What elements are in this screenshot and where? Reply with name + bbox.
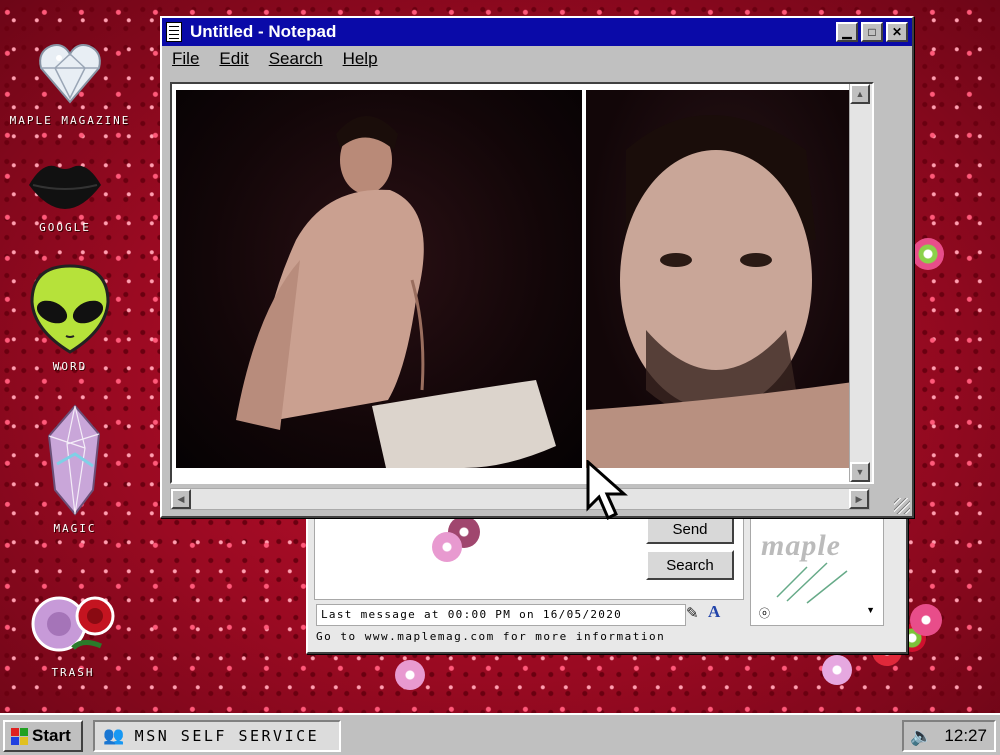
desktop-icon-word[interactable]: WORD — [5, 262, 135, 373]
taskbar: Start 👥 MSN SELF SERVICE 🔈 12:27 — [0, 713, 1000, 755]
minimize-button[interactable]: ▁ — [836, 22, 858, 42]
last-message-status: Last message at 00:00 PM on 16/05/2020 — [316, 604, 686, 626]
font-icon[interactable]: A — [708, 602, 726, 624]
crystal-icon — [45, 404, 105, 516]
cd-sticker — [912, 238, 944, 270]
send-button[interactable]: Send — [646, 514, 734, 544]
menu-bar: File Edit Search Help — [162, 46, 912, 72]
start-button[interactable]: Start — [3, 720, 83, 752]
scroll-right-button[interactable]: ▶ — [849, 489, 869, 509]
text-area[interactable]: ▲ ▼ — [170, 82, 874, 484]
pen-icon[interactable]: ✎ — [686, 604, 704, 624]
menu-file[interactable]: File — [172, 49, 199, 69]
desktop-icon-label: MAGIC — [53, 522, 97, 535]
cd-sticker — [395, 660, 425, 690]
resize-grip[interactable] — [894, 498, 910, 514]
close-button[interactable]: ✕ — [886, 22, 908, 42]
windows-logo-icon — [11, 727, 28, 745]
footer-info: Go to www.maplemag.com for more informat… — [316, 630, 666, 643]
window-title: Untitled - Notepad — [190, 22, 337, 41]
msn-buddies-icon: 👥 — [103, 726, 127, 746]
cursor-icon — [586, 460, 628, 521]
taskbar-item-msn[interactable]: 👥 MSN SELF SERVICE — [93, 720, 341, 752]
menu-help[interactable]: Help — [343, 49, 378, 69]
desktop-icon-maple-magazine[interactable]: MAPLE MAGAZINE — [5, 38, 135, 127]
cd-sticker — [910, 604, 942, 636]
photo-model-right — [586, 90, 868, 468]
desktop-icon-label: GOOGLE — [39, 221, 91, 234]
scroll-up-button[interactable]: ▲ — [850, 84, 870, 104]
volume-icon[interactable]: 🔈 — [910, 726, 932, 747]
search-button[interactable]: Search — [646, 550, 734, 580]
desktop-icon-trash[interactable]: TRASH — [8, 588, 138, 679]
status-icon: ⓞ — [759, 608, 770, 620]
system-tray: 🔈 12:27 — [902, 720, 996, 752]
start-label: Start — [32, 726, 71, 745]
lips-icon — [25, 155, 105, 215]
desktop-icon-label: MAPLE MAGAZINE — [9, 114, 131, 127]
title-bar[interactable]: Untitled - Notepad ▁ □ ✕ — [162, 18, 912, 46]
alien-icon — [28, 262, 112, 354]
cd-sticker — [432, 532, 462, 562]
taskbar-item-label: MSN SELF SERVICE — [134, 727, 320, 745]
horizontal-scrollbar[interactable]: ◀ ▶ — [170, 488, 870, 510]
desktop-icon-magic[interactable]: MAGIC — [10, 404, 140, 535]
scroll-left-button[interactable]: ◀ — [171, 489, 191, 509]
clock: 12:27 — [944, 726, 987, 745]
cd-sticker — [822, 655, 852, 685]
desktop-icon-google[interactable]: GOOGLE — [0, 155, 130, 234]
maximize-button[interactable]: □ — [861, 22, 883, 42]
menu-search[interactable]: Search — [269, 49, 323, 69]
desktop-icon-label: TRASH — [51, 666, 95, 679]
scroll-down-button[interactable]: ▼ — [850, 462, 870, 482]
notepad-window: Untitled - Notepad ▁ □ ✕ File Edit Searc… — [160, 16, 914, 518]
roses-icon — [23, 588, 123, 660]
photo-model-left — [176, 90, 582, 468]
desktop-icon-label: WORD — [52, 360, 88, 373]
menu-edit[interactable]: Edit — [219, 49, 248, 69]
vertical-scrollbar[interactable]: ▲ ▼ — [849, 84, 872, 482]
chevron-down-icon[interactable]: ▼ — [866, 605, 875, 615]
heart-diamond-icon — [35, 38, 105, 108]
notepad-icon — [166, 22, 182, 42]
avatar-panel: maple ⓞ ▼ — [750, 506, 884, 626]
sketch-graphic — [776, 562, 848, 604]
